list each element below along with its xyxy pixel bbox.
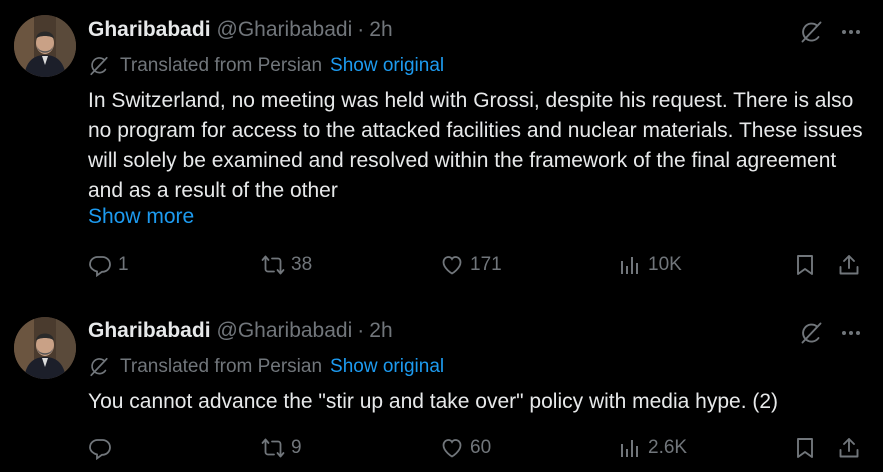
views-button[interactable]: 10K xyxy=(618,253,682,277)
views-count: 10K xyxy=(648,254,682,275)
like-button[interactable]: 60 xyxy=(440,436,491,460)
action-bar: 1 38 171 10K xyxy=(88,253,868,283)
share-icon xyxy=(837,253,861,277)
author-handle[interactable]: @Gharibabadi xyxy=(217,18,353,42)
separator-dot: · xyxy=(357,319,365,342)
repost-button[interactable]: 38 xyxy=(261,253,312,277)
show-original-link[interactable]: Show original xyxy=(330,55,444,77)
globe-icon xyxy=(88,55,110,77)
views-button[interactable]: 2.6K xyxy=(618,436,687,460)
translation-label: Translated from Persian xyxy=(120,356,323,377)
bookmark-icon xyxy=(793,253,817,277)
separator-dot: · xyxy=(357,18,365,41)
translation-notice: Translated from Persian Show original xyxy=(88,55,444,77)
views-icon xyxy=(618,436,642,460)
reply-icon xyxy=(88,436,112,460)
bookmark-button[interactable] xyxy=(793,436,817,460)
show-original-link[interactable]: Show original xyxy=(330,356,444,378)
reply-count: 1 xyxy=(118,254,129,275)
reply-button[interactable] xyxy=(88,436,118,460)
like-button[interactable]: 171 xyxy=(440,253,502,277)
share-icon xyxy=(837,436,861,460)
bookmark-icon xyxy=(793,436,817,460)
like-count: 60 xyxy=(470,437,492,458)
bookmark-button[interactable] xyxy=(793,253,817,277)
tweet-text: In Switzerland, no meeting was held with… xyxy=(88,89,863,202)
tweet-header: Gharibabadi @Gharibabadi · 2h xyxy=(88,319,393,343)
avatar[interactable] xyxy=(14,317,76,379)
repost-icon xyxy=(261,253,285,277)
avatar[interactable] xyxy=(14,15,76,77)
reply-icon xyxy=(88,253,112,277)
tweet-header: Gharibabadi @Gharibabadi · 2h xyxy=(88,18,393,42)
share-button[interactable] xyxy=(837,436,861,460)
author-handle[interactable]: @Gharibabadi xyxy=(217,319,353,343)
tweet-2[interactable]: Gharibabadi @Gharibabadi · 2h Translated… xyxy=(0,301,883,472)
repost-count: 38 xyxy=(291,254,313,275)
grok-icon[interactable] xyxy=(799,321,823,345)
like-icon xyxy=(440,436,464,460)
repost-icon xyxy=(261,436,285,460)
views-icon xyxy=(618,253,642,277)
globe-icon xyxy=(88,356,110,378)
views-count: 2.6K xyxy=(648,437,688,458)
post-time[interactable]: 2h xyxy=(369,18,392,42)
action-bar: 9 60 2.6K xyxy=(88,436,868,466)
repost-count: 9 xyxy=(291,437,302,458)
more-icon[interactable] xyxy=(839,323,863,343)
tweet-text: You cannot advance the "stir up and take… xyxy=(88,390,779,413)
like-icon xyxy=(440,253,464,277)
tweet-1[interactable]: Gharibabadi @Gharibabadi · 2h Translated… xyxy=(0,0,883,301)
translation-notice: Translated from Persian Show original xyxy=(88,356,444,378)
post-time[interactable]: 2h xyxy=(369,319,392,343)
repost-button[interactable]: 9 xyxy=(261,436,302,460)
author-name[interactable]: Gharibabadi xyxy=(88,18,211,42)
like-count: 171 xyxy=(470,254,502,275)
translation-label: Translated from Persian xyxy=(120,55,323,76)
reply-button[interactable]: 1 xyxy=(88,253,129,277)
more-icon[interactable] xyxy=(839,22,863,42)
share-button[interactable] xyxy=(837,253,861,277)
author-name[interactable]: Gharibabadi xyxy=(88,319,211,343)
show-more-link[interactable]: Show more xyxy=(88,205,194,229)
grok-icon[interactable] xyxy=(799,20,823,44)
